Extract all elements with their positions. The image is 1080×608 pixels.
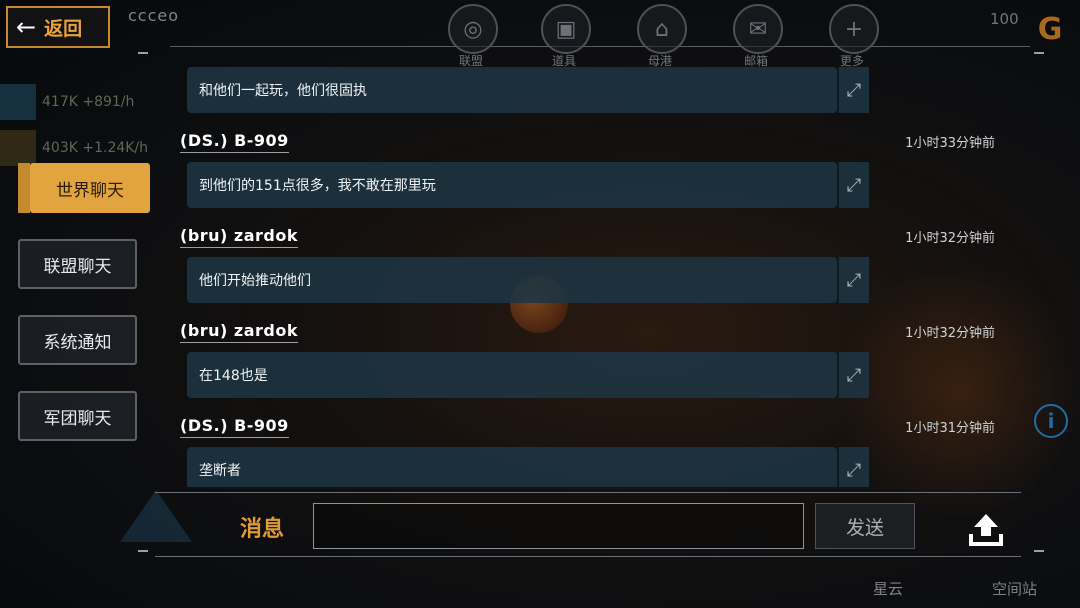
nav-space-station[interactable]: 空间站 <box>992 578 1037 599</box>
background-triangle-marker <box>120 490 192 542</box>
message-label: 消息 <box>240 517 285 542</box>
info-icon[interactable]: i <box>1034 404 1068 438</box>
divider-dash <box>1034 52 1044 54</box>
message-time: 1小时32分钟前 <box>905 231 995 246</box>
expand-icon[interactable]: ⤢ <box>837 67 869 113</box>
message-sender[interactable]: (DS.) B-909 <box>180 131 289 153</box>
message-time: 1小时31分钟前 <box>905 421 995 436</box>
home-port-icon[interactable]: ⌂ <box>637 4 687 54</box>
currency-icon[interactable]: G <box>1030 12 1070 48</box>
message-time: 1小时33分钟前 <box>905 136 995 151</box>
send-button-label: 发送 <box>845 516 884 539</box>
upload-icon[interactable] <box>966 510 1006 550</box>
tab-world-chat[interactable]: 世界聊天 <box>18 163 150 213</box>
message-bubble: 他们开始推动他们 <box>187 257 837 303</box>
more-plus-icon[interactable]: + <box>829 4 879 54</box>
mail-icon[interactable]: ✉ <box>733 4 783 54</box>
message-sender[interactable]: (bru) zardok <box>180 321 299 343</box>
top-divider <box>170 46 1030 47</box>
divider-dash <box>1034 550 1044 552</box>
back-button-label: 返回 <box>44 17 83 40</box>
message-input[interactable] <box>313 503 804 549</box>
composer-bottom-divider <box>155 556 1021 557</box>
message-bubble: 和他们一起玩，他们很固执 <box>187 67 837 113</box>
send-button[interactable]: 发送 <box>815 503 915 549</box>
tab-label: 系统通知 <box>43 332 112 353</box>
nav-nebula[interactable]: 星云 <box>873 578 903 599</box>
resource-amount: 417K +891/h <box>42 94 135 110</box>
player-name: ccceo <box>128 6 180 25</box>
expand-icon[interactable]: ⤢ <box>837 162 869 208</box>
chat-message-list[interactable]: 和他们一起玩，他们很固执 ⤢ (DS.) B-909 1小时33分钟前 到他们的… <box>180 55 1000 487</box>
expand-icon[interactable]: ⤢ <box>837 352 869 398</box>
crystal-icon <box>0 84 36 120</box>
message-sender[interactable]: (bru) zardok <box>180 226 299 248</box>
tab-label: 世界聊天 <box>56 180 124 201</box>
expand-icon[interactable]: ⤢ <box>837 257 869 303</box>
message-bubble: 到他们的151点很多，我不敢在那里玩 <box>187 162 837 208</box>
top-bar: ← 返回 ccceo ◎ 联盟 ▣ 道具 ⌂ 母港 ✉ 邮箱 + 更多 100 … <box>0 0 1080 68</box>
message-sender[interactable]: (DS.) B-909 <box>180 416 289 438</box>
message-time: 1小时32分钟前 <box>905 326 995 341</box>
back-arrow-icon: ← <box>16 13 37 41</box>
divider-dash <box>138 52 148 54</box>
resource-row-crystal: 417K +891/h <box>0 82 170 122</box>
expand-icon[interactable]: ⤢ <box>837 447 869 487</box>
message-bubble: 在148也是 <box>187 352 837 398</box>
tab-label: 军团聊天 <box>43 408 112 429</box>
back-button[interactable]: ← 返回 <box>6 6 110 48</box>
top-count: 100 <box>990 10 1019 28</box>
tab-label: 联盟聊天 <box>43 256 112 277</box>
tab-system-notice[interactable]: 系统通知 <box>18 315 137 365</box>
alliance-globe-icon[interactable]: ◎ <box>448 4 498 54</box>
gas-icon <box>0 130 36 166</box>
item-chest-icon[interactable]: ▣ <box>541 4 591 54</box>
divider-dash <box>138 550 148 552</box>
resource-amount: 403K +1.24K/h <box>42 140 149 156</box>
tab-alliance-chat[interactable]: 联盟聊天 <box>18 239 137 289</box>
composer-top-divider <box>155 492 1021 493</box>
tab-legion-chat[interactable]: 军团聊天 <box>18 391 137 441</box>
message-bubble: 垄断者 <box>187 447 837 487</box>
resource-row-gas: 403K +1.24K/h <box>0 128 170 168</box>
